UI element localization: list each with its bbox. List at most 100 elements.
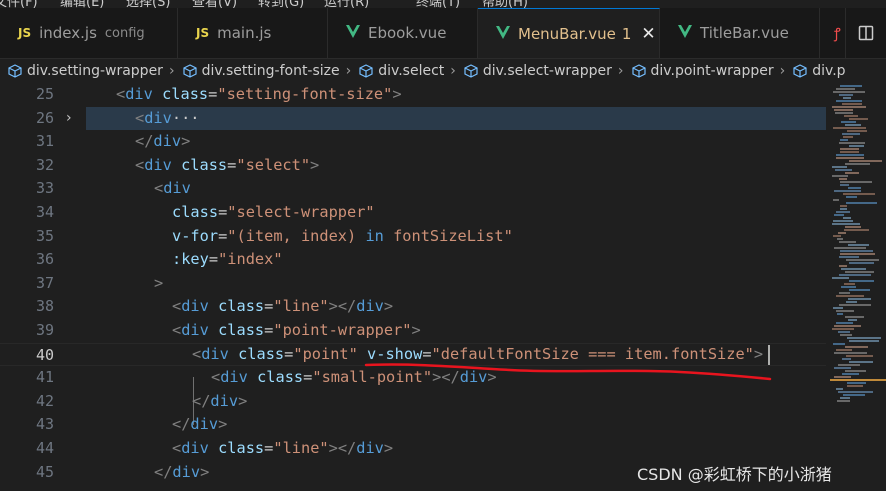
tab-main-js[interactable]: JS main.js [178, 8, 328, 58]
code-line[interactable]: 35 v-for="(item, index) in fontSizeList" [0, 225, 826, 249]
menu-item-go[interactable]: 转到(G) [258, 0, 304, 8]
minimap[interactable] [826, 83, 886, 491]
breadcrumb-item[interactable]: div.point-wrapper › [624, 63, 785, 79]
code-text[interactable]: </div> [172, 413, 227, 437]
vue-file-icon [678, 24, 692, 42]
vue-file-icon [346, 24, 360, 42]
code-line[interactable]: 32 <div class="select"> [0, 154, 826, 178]
code-text[interactable]: class="select-wrapper" [172, 201, 375, 225]
menu-item-file[interactable]: 文件(F) [0, 0, 38, 8]
code-line[interactable]: 34 class="select-wrapper" [0, 201, 826, 225]
code-text[interactable]: v-for="(item, index) in fontSizeList" [172, 225, 513, 249]
chevron-right-icon[interactable]: › [66, 107, 78, 131]
code-text[interactable]: <div class="setting-font-size"> [116, 83, 402, 107]
minimap-line [845, 124, 861, 126]
tab-titlebar-vue[interactable]: TitleBar.vue [660, 8, 820, 58]
line-number: 41 [35, 368, 54, 387]
line-number: 26 [35, 108, 54, 127]
code-line[interactable]: 33 <div [0, 177, 826, 201]
code-line[interactable]: 43 </div> [0, 413, 826, 437]
code-line[interactable]: 31 </div> [0, 130, 826, 154]
menu-item-selection[interactable]: 选择(S) [126, 0, 170, 8]
tab-overflow[interactable]: ꝭ [820, 8, 846, 58]
code-text[interactable]: <div [154, 177, 191, 201]
minimap-line [843, 97, 851, 99]
minimap-line [836, 388, 843, 390]
element-icon [631, 64, 646, 78]
minimap-line [845, 271, 874, 273]
minimap-line [832, 277, 849, 279]
code-text[interactable]: <div class="line"></div> [172, 437, 393, 461]
split-editor-button[interactable] [846, 8, 886, 58]
menu-item-run[interactable]: 运行(R) [324, 0, 369, 8]
minimap-line [840, 181, 872, 183]
minimap-line [836, 100, 862, 102]
minimap-line [836, 349, 852, 351]
minimap-line [849, 361, 873, 363]
breadcrumb-item[interactable]: div.select-wrapper › [456, 63, 624, 79]
minimap-line [840, 208, 847, 210]
breadcrumb-item[interactable]: div.select › [351, 63, 456, 79]
code-text[interactable]: <div class="point-wrapper"> [172, 319, 421, 343]
text-cursor [768, 344, 770, 365]
code-text[interactable]: </div> [135, 130, 190, 154]
minimap-line [834, 109, 853, 111]
code-text[interactable]: <div··· [135, 107, 200, 131]
line-number: 36 [35, 250, 54, 269]
git-lens-icon: ꝭ [834, 25, 841, 42]
close-icon[interactable]: ✕ [641, 24, 655, 44]
breadcrumb-item[interactable]: div.setting-font-size › [175, 63, 351, 79]
minimap-line [836, 88, 855, 90]
breadcrumb-item[interactable]: div.p [785, 63, 846, 79]
menu-item-edit[interactable]: 编辑(E) [60, 0, 104, 8]
code-text[interactable]: > [154, 272, 163, 296]
tab-index-js[interactable]: JS index.js config [0, 8, 178, 58]
tab-label: index.js [39, 24, 97, 42]
breadcrumb-label: div.select [378, 63, 445, 79]
code-line-current[interactable]: 40 <div class="point" v-show="defaultFon… [0, 342, 826, 367]
minimap-line [846, 259, 879, 261]
minimap-line [841, 121, 856, 123]
code-line[interactable]: 39 <div class="point-wrapper"> [0, 319, 826, 343]
code-text[interactable]: </div> [154, 461, 209, 485]
code-line[interactable]: 44 <div class="line"></div> [0, 437, 826, 461]
code-text[interactable]: <div class="small-point"></div> [211, 366, 497, 390]
minimap-line [840, 139, 848, 141]
code-line[interactable]: 36 :key="index" [0, 248, 826, 272]
breadcrumb-label: div.p [812, 63, 846, 79]
minimap-line [836, 310, 854, 312]
minimap-line [845, 316, 864, 318]
code-text[interactable]: </div> [192, 390, 247, 414]
minimap-line [849, 145, 864, 147]
line-number: 37 [35, 273, 54, 292]
minimap-line [839, 142, 865, 144]
code-line[interactable]: 25 <div class="setting-font-size"> [0, 83, 826, 107]
menu-item-view[interactable]: 查看(V) [192, 0, 237, 8]
minimap-line [833, 199, 839, 201]
line-number: 32 [35, 155, 54, 174]
minimap-line [832, 223, 860, 225]
code-line[interactable]: 41 <div class="small-point"></div> [0, 366, 826, 390]
code-text[interactable]: :key="index" [172, 248, 283, 272]
minimap-line [835, 169, 852, 171]
minimap-line [833, 127, 866, 129]
minimap-line [841, 268, 866, 270]
code-editor[interactable]: 25 <div class="setting-font-size"> 26 › … [0, 83, 826, 491]
minimap-line [839, 274, 871, 276]
menu-item-terminal[interactable]: 终端(T) [416, 0, 460, 8]
minimap-line [839, 241, 856, 243]
line-number: 39 [35, 321, 54, 339]
minimap-line [832, 106, 866, 108]
code-text[interactable]: <div class="select"> [135, 154, 319, 178]
tab-ebook-vue[interactable]: Ebook.vue [328, 8, 478, 58]
breadcrumb-item[interactable]: div.setting-wrapper › [0, 63, 175, 79]
code-line[interactable]: 38 <div class="line"></div> [0, 295, 826, 319]
minimap-line [842, 358, 851, 360]
code-text[interactable]: <div class="line"></div> [172, 295, 393, 319]
menu-item-help[interactable]: 帮助(H) [482, 0, 528, 8]
tab-menubar-vue[interactable]: MenuBar.vue 1 ✕ [478, 8, 660, 58]
code-line[interactable]: 26 › <div··· [36, 106, 826, 131]
code-line[interactable]: 37 > [0, 272, 826, 296]
code-text[interactable]: <div class="point" v-show="defaultFontSi… [192, 343, 763, 367]
code-line[interactable]: 42 </div> [0, 390, 826, 414]
